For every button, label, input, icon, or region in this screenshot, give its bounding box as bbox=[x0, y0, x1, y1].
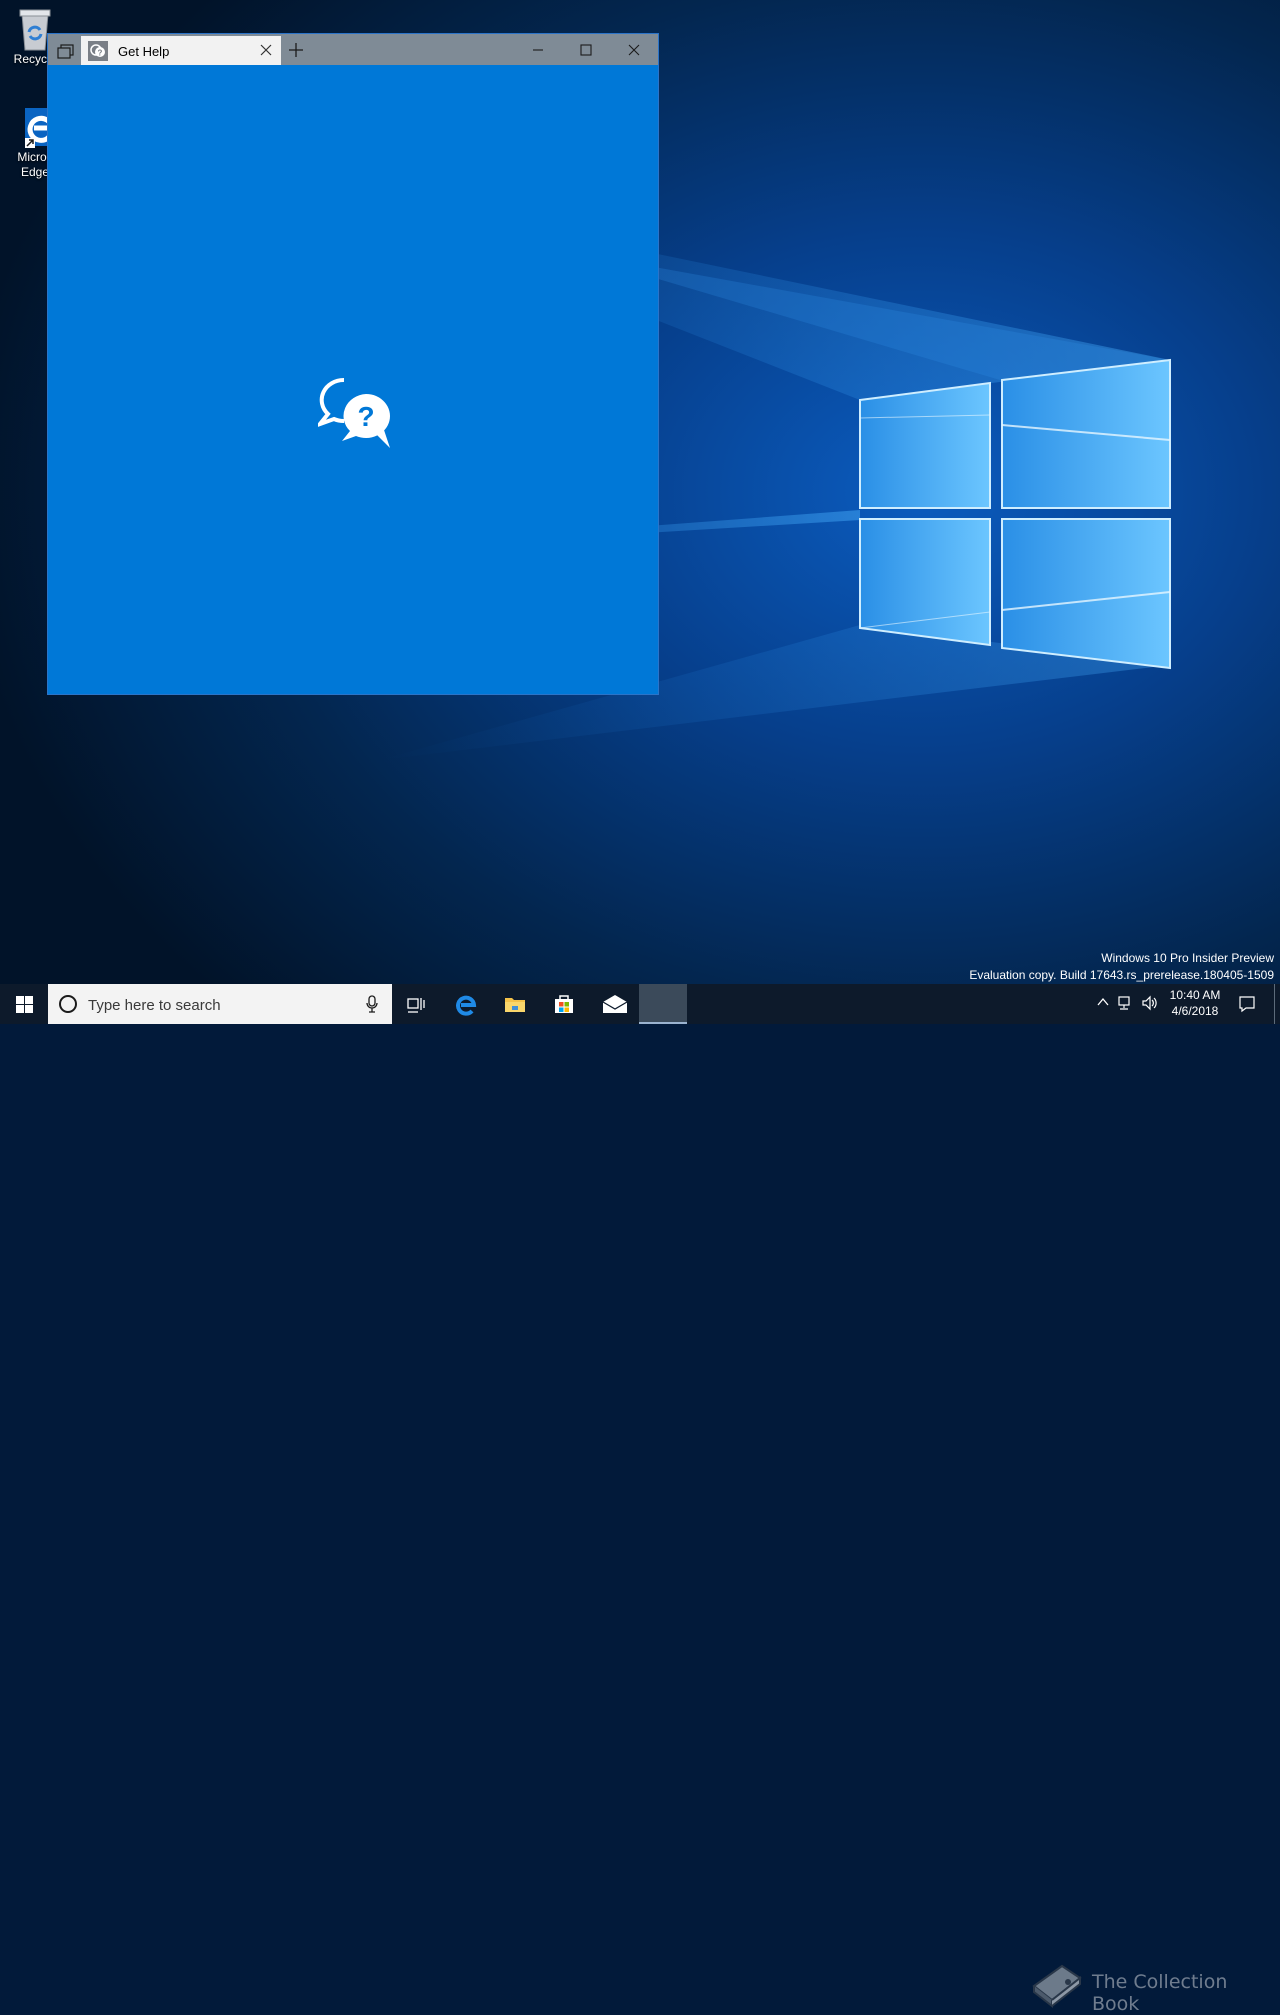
clock-date: 4/6/2018 bbox=[1171, 1004, 1219, 1018]
start-button[interactable] bbox=[0, 984, 48, 1024]
edge-icon bbox=[456, 995, 477, 1016]
tab-close-button[interactable] bbox=[259, 43, 273, 57]
svg-text:?: ? bbox=[98, 49, 103, 58]
windows-logo-icon bbox=[16, 996, 33, 1013]
network-icon bbox=[1118, 996, 1130, 1010]
taskbar-get-help-button[interactable] bbox=[639, 984, 687, 1024]
task-view-icon bbox=[407, 998, 425, 1013]
close-button[interactable] bbox=[610, 34, 658, 65]
taskbar: Type here to search The Collection Book … bbox=[0, 984, 1280, 2015]
watermark-edition: Windows 10 Pro Insider Preview bbox=[1101, 951, 1274, 965]
chevron-up-icon bbox=[1097, 997, 1109, 1006]
taskbar-mail-button[interactable] bbox=[590, 984, 638, 1024]
file-explorer-icon bbox=[505, 998, 525, 1012]
cortana-icon bbox=[59, 995, 77, 1013]
get-help-icon bbox=[651, 992, 675, 1016]
minimize-button[interactable] bbox=[514, 34, 562, 65]
clock[interactable]: 10:40 AM 4/6/2018 bbox=[1160, 987, 1230, 1019]
mail-icon bbox=[602, 995, 628, 1013]
get-help-splash-icon: ? bbox=[318, 377, 390, 448]
get-help-icon: ? bbox=[88, 41, 108, 61]
close-icon bbox=[628, 44, 640, 56]
search-placeholder: Type here to search bbox=[88, 997, 221, 1014]
title-bar[interactable]: ? Get Help bbox=[48, 34, 658, 65]
store-icon bbox=[555, 995, 573, 1013]
notification-icon bbox=[1239, 996, 1255, 1013]
search-box[interactable]: Type here to search bbox=[48, 984, 392, 1024]
tab-get-help[interactable]: ? Get Help bbox=[81, 36, 281, 65]
splash-screen: ? bbox=[48, 65, 658, 694]
svg-text:?: ? bbox=[357, 401, 374, 432]
taskbar-store-button[interactable] bbox=[540, 984, 588, 1024]
maximize-icon bbox=[580, 44, 592, 56]
new-tab-button[interactable] bbox=[288, 42, 304, 58]
clock-time: 10:40 AM bbox=[1169, 988, 1221, 1002]
taskbar-edge-button[interactable] bbox=[443, 984, 491, 1024]
tray-volume-button[interactable] bbox=[1140, 984, 1160, 1024]
plus-icon bbox=[289, 43, 303, 57]
maximize-button[interactable] bbox=[562, 34, 610, 65]
show-desktop-button[interactable] bbox=[1274, 984, 1280, 1024]
tray-overflow-button[interactable] bbox=[1094, 984, 1112, 1024]
action-center-button[interactable] bbox=[1236, 984, 1258, 1024]
tab-switcher-button[interactable] bbox=[52, 37, 78, 63]
watermark-build: Evaluation copy. Build 17643.rs_prerelea… bbox=[969, 968, 1274, 982]
os-watermark: Windows 10 Pro Insider Preview Evaluatio… bbox=[969, 950, 1274, 984]
volume-icon bbox=[1142, 995, 1157, 1011]
task-view-button[interactable] bbox=[392, 984, 440, 1024]
microphone-icon[interactable] bbox=[366, 995, 378, 1013]
get-help-window: ? Get Help ? bbox=[47, 33, 659, 695]
tray-network-button[interactable] bbox=[1116, 984, 1136, 1024]
tab-title: Get Help bbox=[118, 44, 170, 59]
close-icon bbox=[260, 44, 272, 56]
book-logo-icon bbox=[1032, 1964, 1082, 2008]
overlay-watermark-text: The Collection Book bbox=[1092, 1971, 1228, 2015]
taskbar-file-explorer-button[interactable] bbox=[491, 984, 539, 1024]
minimize-icon bbox=[533, 49, 543, 51]
tab-switcher-icon bbox=[57, 44, 74, 59]
